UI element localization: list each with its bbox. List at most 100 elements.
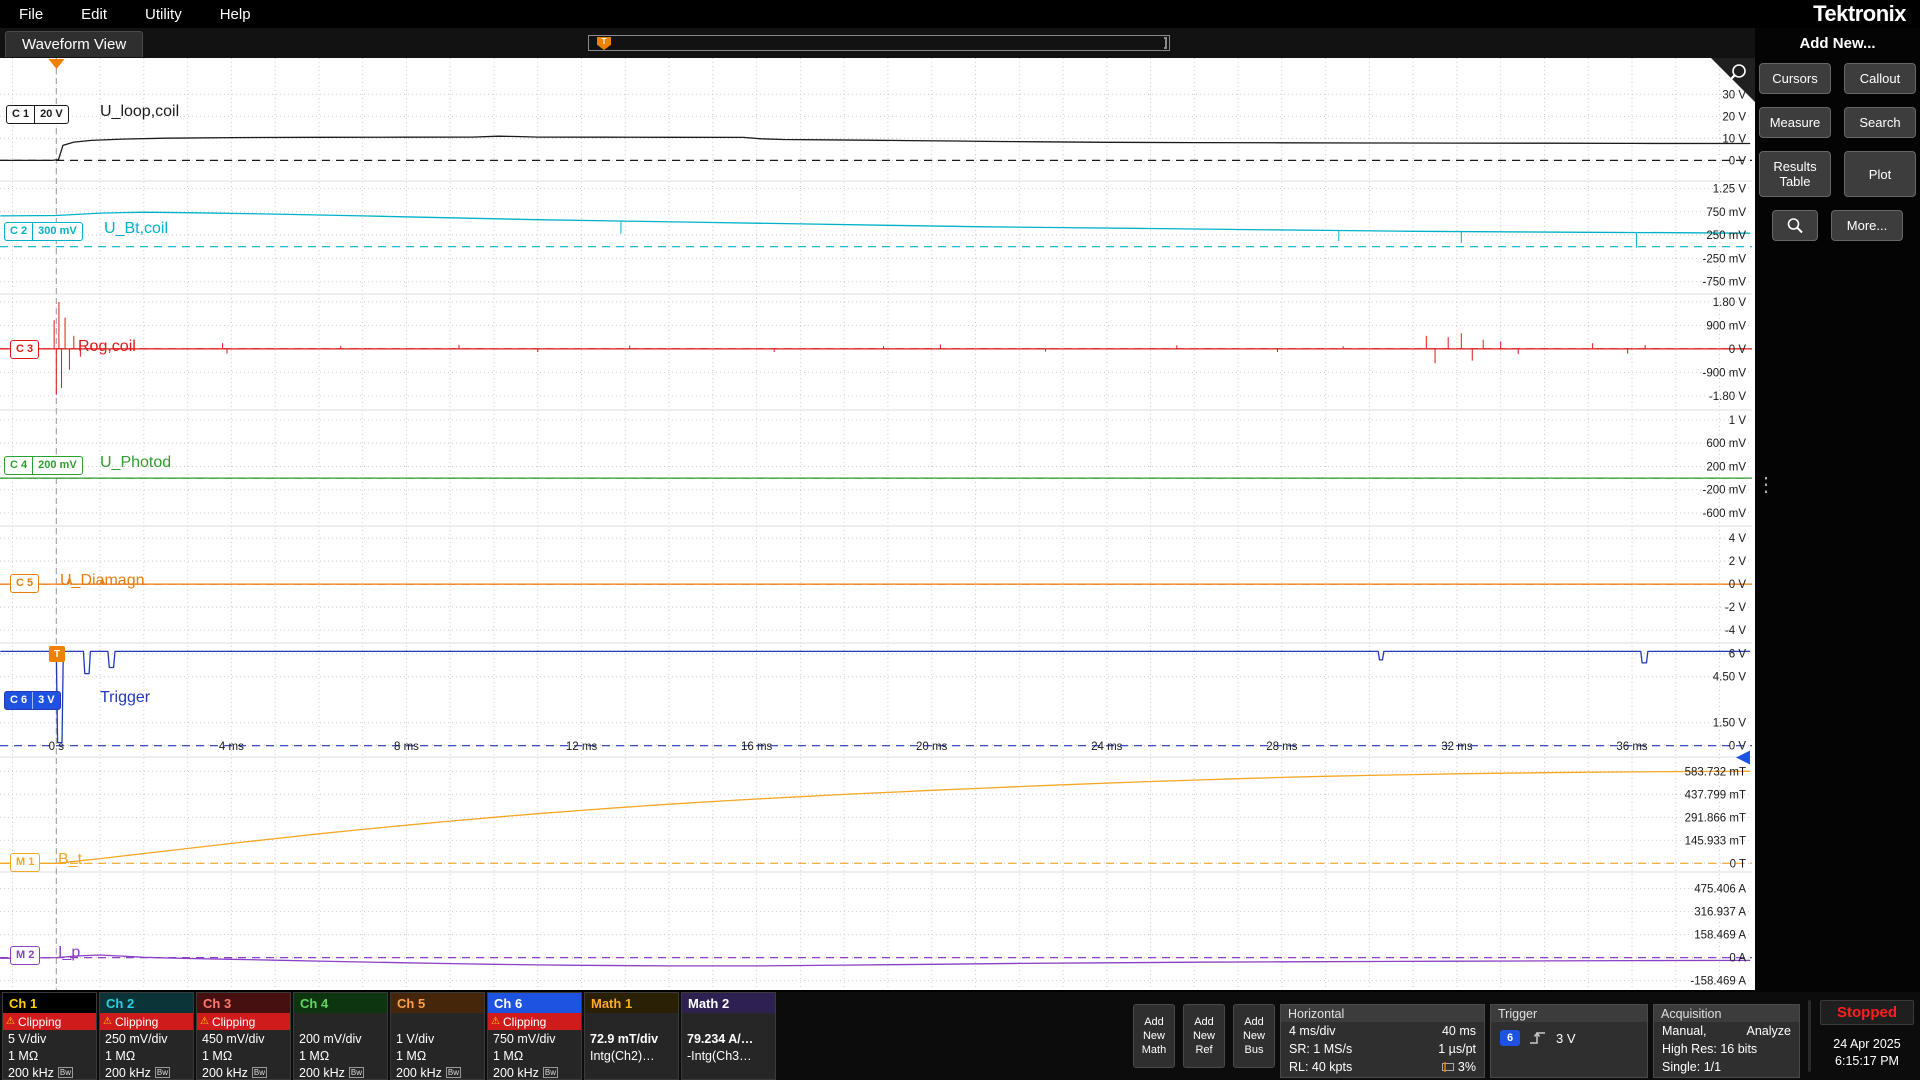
m1-axis-label: 145.933 mT — [1685, 835, 1746, 847]
results-table-button[interactable]: Results Table — [1759, 151, 1831, 197]
add-new-ref-button[interactable]: Add New Ref — [1183, 1004, 1225, 1068]
ch2-axis-label: 1.25 V — [1713, 183, 1747, 195]
waveform-plot[interactable]: 30 V20 V10 V0 V1.25 V750 mV250 mV-250 mV… — [0, 58, 1755, 990]
ch6-channel-badge[interactable]: C 63 V — [4, 691, 61, 710]
ch5-axis-label: -2 V — [1725, 602, 1746, 614]
measure-button[interactable]: Measure — [1759, 107, 1831, 138]
m2-channel-badge[interactable]: M 2 — [10, 946, 40, 965]
ch2-channel-name[interactable]: U_Bt,coil — [104, 220, 168, 238]
channel-badge-ch-3[interactable]: Ch 3⚠Clipping450 mV/div1 MΩ200 kHzBw — [196, 992, 291, 1080]
channel-setting-row: 1 MΩ — [488, 1047, 581, 1064]
ch4-axis-label: 600 mV — [1706, 438, 1746, 450]
channel-setting-value: 1 MΩ — [105, 1049, 135, 1063]
channel-badge-ch-2[interactable]: Ch 2⚠Clipping250 mV/div1 MΩ200 kHzBw — [99, 992, 194, 1080]
menu-edit[interactable]: Edit — [62, 6, 126, 23]
ch3-channel-name[interactable]: Rog,coil — [78, 338, 136, 356]
channel-badge-ch-4[interactable]: Ch 4200 mV/div1 MΩ200 kHzBw — [293, 992, 388, 1080]
add-new-ref-line2: New — [1193, 1029, 1215, 1043]
status-divider — [1808, 1000, 1811, 1072]
warning-icon: ⚠ — [6, 1016, 15, 1027]
search-button[interactable]: Search — [1844, 107, 1916, 138]
time-axis-label: 16 ms — [741, 741, 773, 753]
channel-setting-row: 200 kHzBw — [391, 1064, 484, 1080]
zoom-tool-button[interactable] — [1772, 210, 1818, 241]
panel-resize-handle[interactable]: ⋮ — [1756, 480, 1776, 490]
channel-badge-math-2[interactable]: Math 279.234 A/…-Intg(Ch3… — [681, 992, 776, 1080]
add-new-bus-button[interactable]: Add New Bus — [1233, 1004, 1275, 1068]
acquisition-settings-panel[interactable]: Acquisition Manual, Analyze High Res: 16… — [1653, 1004, 1800, 1078]
add-new-math-button[interactable]: Add New Math — [1133, 1004, 1175, 1068]
channel-badge-ch-6[interactable]: Ch 6⚠Clipping750 mV/div1 MΩ200 kHzBw — [487, 992, 582, 1080]
m1-channel-name[interactable]: B_t — [58, 851, 82, 869]
ch4-badge-scale: 200 mV — [32, 457, 82, 474]
channel-setting-value: Intg(Ch2)… — [590, 1049, 655, 1063]
magnifier-icon — [1785, 216, 1805, 236]
channel-setting-value: 200 kHz — [396, 1066, 442, 1080]
trigger-position-marker-mini[interactable]: T — [597, 37, 611, 50]
ch4-channel-badge[interactable]: C 4200 mV — [4, 456, 83, 475]
add-new-ref-line3: Ref — [1195, 1043, 1212, 1057]
trigger-position-marker[interactable] — [49, 59, 65, 69]
bandwidth-limit-icon: Bw — [349, 1067, 364, 1078]
ch5-channel-name[interactable]: U_Diamagn — [60, 572, 144, 590]
channel-setting-row: 250 mV/div — [100, 1030, 193, 1047]
run-stop-status-button[interactable]: Stopped — [1820, 1000, 1914, 1025]
cursors-button[interactable]: Cursors — [1759, 63, 1831, 94]
channel-setting-value: 1 MΩ — [493, 1049, 523, 1063]
m1-trace — [0, 771, 1750, 863]
ch1-channel-name[interactable]: U_loop,coil — [100, 103, 179, 121]
ch3-axis-label: 900 mV — [1706, 320, 1746, 332]
horizontal-position-indicator[interactable]: T — [588, 35, 1170, 51]
channel-setting-row: Intg(Ch2)… — [585, 1047, 678, 1064]
plot-button[interactable]: Plot — [1844, 151, 1916, 197]
ch1-badge-scale: 20 V — [34, 106, 68, 123]
m2-axis-label: 0 A — [1729, 953, 1746, 965]
sample-interval-value: 1 µs/pt — [1438, 1042, 1476, 1056]
time-axis-label: 32 ms — [1441, 741, 1473, 753]
menu-help[interactable]: Help — [201, 6, 270, 23]
ch3-channel-badge[interactable]: C 3 — [10, 340, 39, 359]
ch2-axis-label: -250 mV — [1703, 253, 1747, 265]
menu-bar: File Edit Utility Help Tektronix — [0, 0, 1920, 28]
channel-badge-ch-1[interactable]: Ch 1⚠Clipping5 V/div1 MΩ200 kHzBw — [2, 992, 97, 1080]
channel-badge-header: Ch 5 — [391, 993, 484, 1013]
channel-setting-row: 1 MΩ — [391, 1047, 484, 1064]
ch2-axis-label: 750 mV — [1706, 207, 1746, 219]
badge-spacer — [294, 1013, 387, 1030]
m2-channel-name[interactable]: I_p — [58, 944, 80, 962]
channel-setting-value: 72.9 mT/div — [590, 1032, 658, 1046]
m1-channel-badge[interactable]: M 1 — [10, 853, 40, 872]
more-button[interactable]: More... — [1831, 210, 1903, 241]
ch4-channel-name[interactable]: U_Photod — [100, 454, 171, 472]
m1-badge-label: M 1 — [11, 854, 39, 871]
ch1-axis-label: 30 V — [1722, 89, 1746, 101]
callout-button[interactable]: Callout — [1844, 63, 1916, 94]
horizontal-settings-panel[interactable]: Horizontal 4 ms/div 40 ms SR: 1 MS/s 1 µ… — [1280, 1004, 1485, 1078]
time-axis-label: 12 ms — [566, 741, 598, 753]
ch1-channel-badge[interactable]: C 120 V — [6, 105, 69, 124]
waveform-view[interactable]: 30 V20 V10 V0 V1.25 V750 mV250 mV-250 mV… — [0, 58, 1755, 990]
trigger-settings-panel[interactable]: Trigger 6 3 V — [1490, 1004, 1648, 1078]
channel-badge-header: Math 2 — [682, 993, 775, 1013]
menu-utility[interactable]: Utility — [126, 6, 201, 23]
ch1-axis-label: 20 V — [1722, 111, 1746, 123]
record-length-value: RL: 40 kpts — [1289, 1060, 1352, 1074]
channel-badge-ch-5[interactable]: Ch 51 V/div1 MΩ200 kHzBw — [390, 992, 485, 1080]
acquisition-panel-title: Acquisition — [1654, 1005, 1799, 1022]
warning-icon: ⚠ — [200, 1016, 209, 1027]
clipping-warning: ⚠Clipping — [197, 1013, 290, 1030]
ch5-channel-badge[interactable]: C 5 — [10, 574, 39, 593]
bandwidth-limit-icon: Bw — [543, 1067, 558, 1078]
rising-edge-icon — [1529, 1030, 1547, 1046]
clipping-label: Clipping — [18, 1015, 61, 1029]
ch6-channel-name[interactable]: Trigger — [100, 689, 150, 707]
channel-setting-row: 200 kHzBw — [197, 1064, 290, 1080]
ch2-badge-label: C 2 — [5, 223, 32, 240]
channel-setting-value: 750 mV/div — [493, 1032, 556, 1046]
menu-file[interactable]: File — [0, 6, 62, 23]
ch2-channel-badge[interactable]: C 2300 mV — [4, 222, 83, 241]
channel-badge-math-1[interactable]: Math 172.9 mT/divIntg(Ch2)… — [584, 992, 679, 1080]
waveform-view-tab[interactable]: Waveform View — [5, 31, 143, 57]
trigger-source-marker[interactable]: T — [49, 646, 65, 662]
oscilloscope-app: File Edit Utility Help Tektronix Wavefor… — [0, 0, 1920, 1080]
